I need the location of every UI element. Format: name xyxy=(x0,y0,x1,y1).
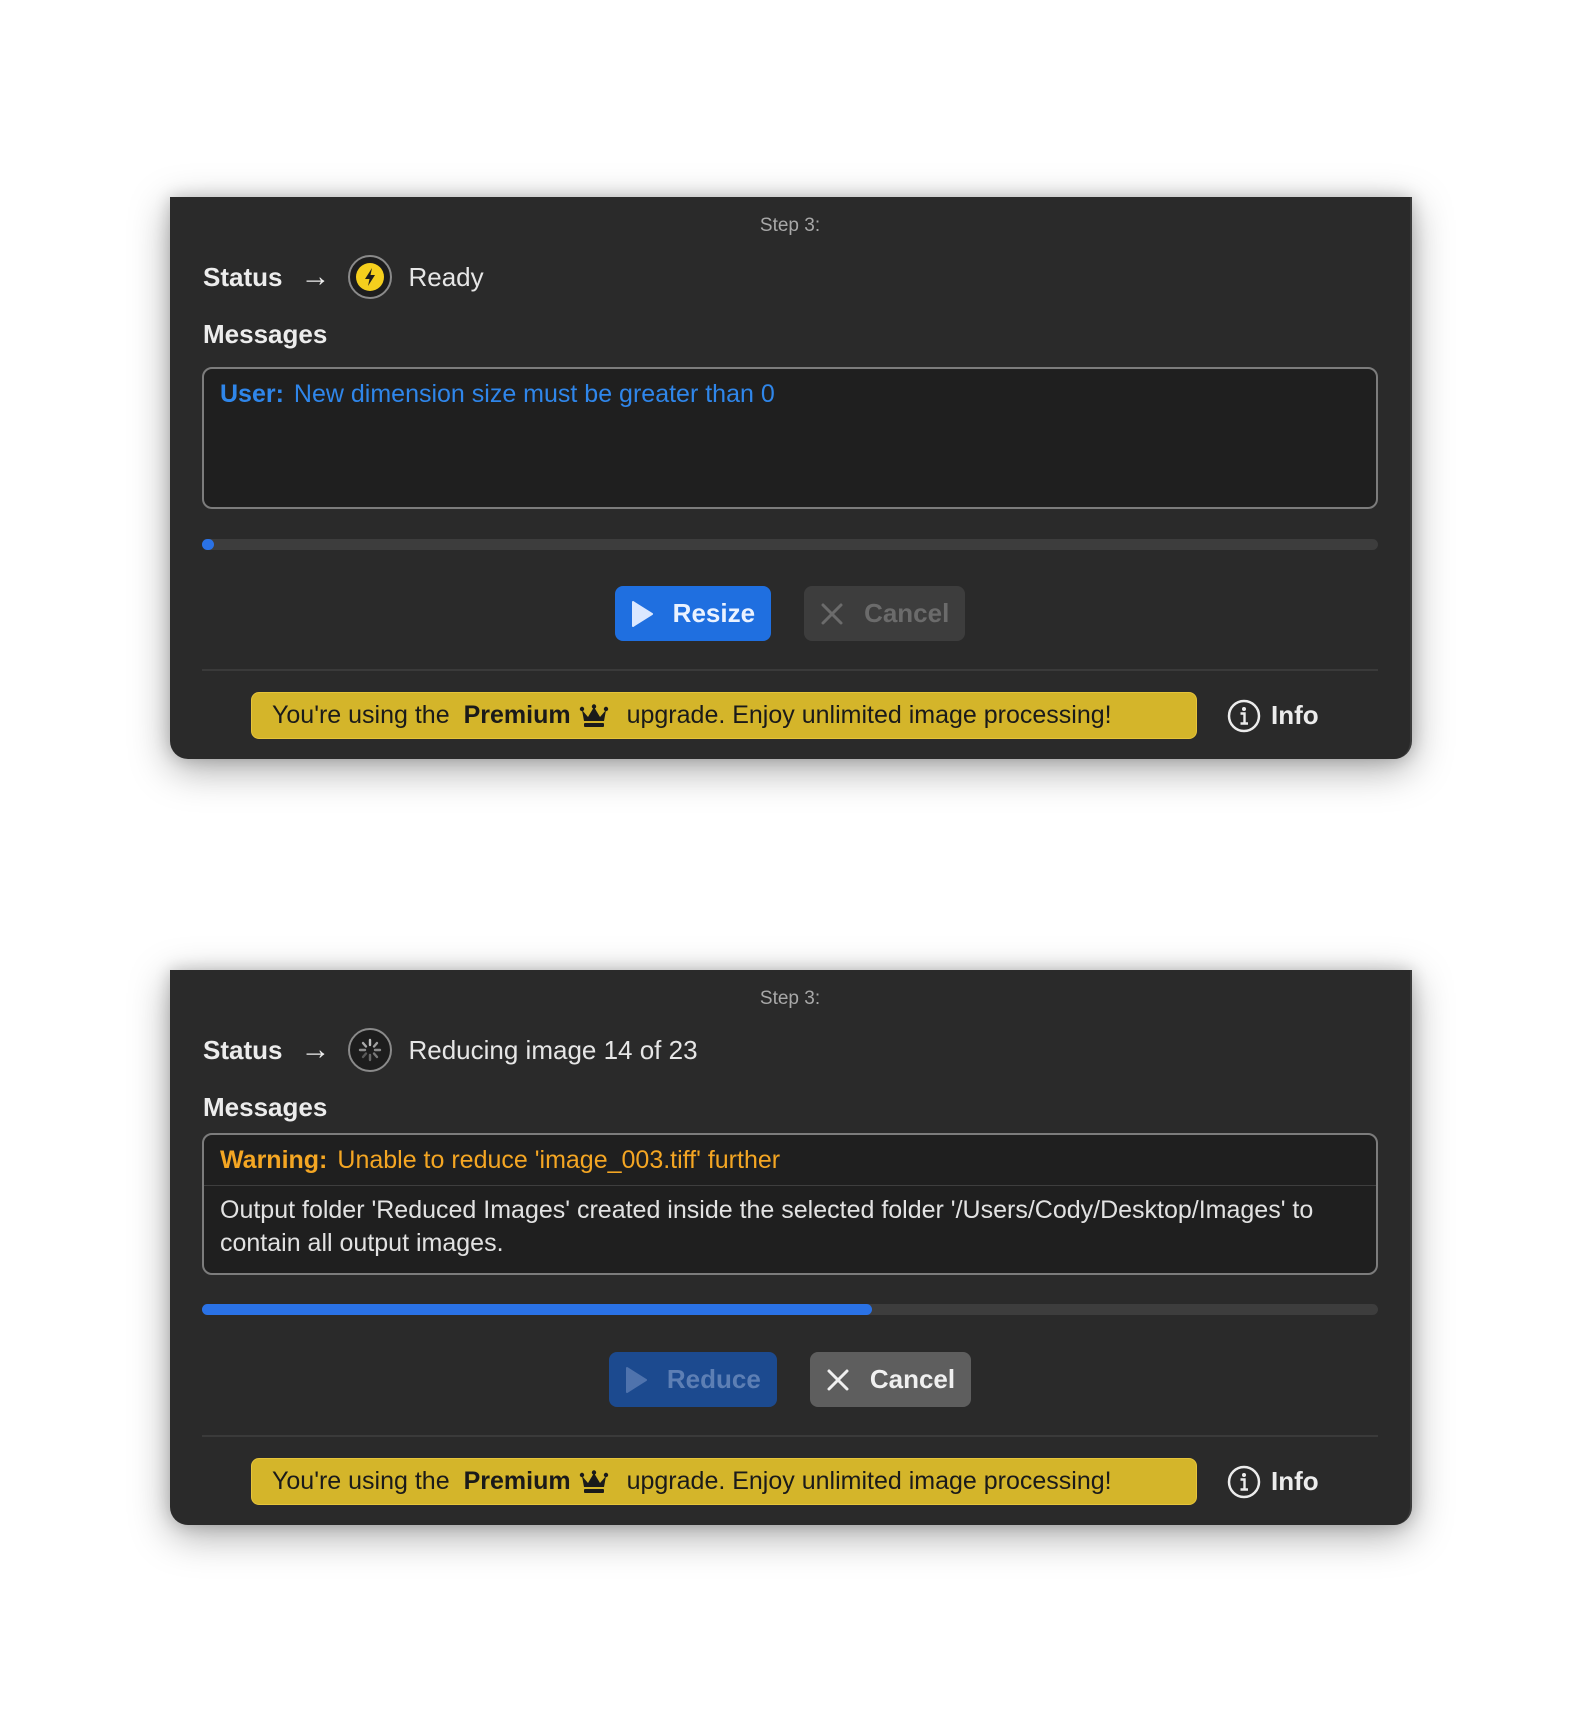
spinner-icon xyxy=(348,1028,393,1072)
cancel-button-label: Cancel xyxy=(864,598,950,628)
divider xyxy=(202,669,1378,671)
info-button-label: Info xyxy=(1271,700,1319,730)
status-row: Status → Reducing image 14 of 23 xyxy=(203,1025,698,1075)
close-icon xyxy=(820,602,844,626)
cancel-button[interactable]: Cancel xyxy=(804,586,966,641)
premium-banner: You're using the Premium upgrade. Enjoy … xyxy=(251,1458,1197,1505)
status-label: Status xyxy=(203,261,283,292)
step-label: Step 3: xyxy=(759,215,821,236)
message-tag: User: xyxy=(220,380,284,408)
divider xyxy=(202,1435,1378,1437)
action-buttons: Reduce Cancel xyxy=(170,1352,1410,1407)
arrow-right-icon: → xyxy=(300,1033,331,1066)
reduce-button[interactable]: Reduce xyxy=(608,1352,777,1407)
footer: You're using the Premium upgrade. Enjoy … xyxy=(251,692,1319,739)
premium-banner: You're using the Premium upgrade. Enjoy … xyxy=(251,692,1197,739)
status-text: Ready xyxy=(408,261,484,292)
close-icon xyxy=(826,1368,850,1392)
resize-button-label: Resize xyxy=(672,598,756,628)
cancel-button-label: Cancel xyxy=(869,1364,956,1394)
action-buttons: Resize Cancel xyxy=(170,586,1410,641)
banner-tier: Premium xyxy=(463,701,571,729)
info-button[interactable]: Info xyxy=(1227,1465,1319,1499)
banner-suffix: upgrade. Enjoy unlimited image processin… xyxy=(626,701,1112,729)
arrow-right-icon: → xyxy=(300,260,331,293)
cancel-button[interactable]: Cancel xyxy=(809,1352,972,1407)
status-row: Status → Ready xyxy=(203,252,484,302)
banner-suffix: upgrade. Enjoy unlimited image processin… xyxy=(626,1467,1112,1495)
play-icon xyxy=(625,1366,647,1393)
crown-icon xyxy=(579,703,609,728)
message-item-warning: Warning: Unable to reduce 'image_003.tiff… xyxy=(204,1135,1376,1186)
banner-tier: Premium xyxy=(463,1467,571,1495)
status-text: Reducing image 14 of 23 xyxy=(408,1034,698,1065)
info-button-label: Info xyxy=(1271,1466,1319,1496)
crown-icon xyxy=(579,1469,609,1494)
bolt-icon xyxy=(348,255,393,299)
info-circle-icon xyxy=(1227,1465,1261,1499)
messages-box: Warning: Unable to reduce 'image_003.tiff… xyxy=(202,1133,1378,1275)
message-text: New dimension size must be greater than … xyxy=(293,380,775,408)
reduce-panel: Step 3: Status → Reducing image 14 of 23… xyxy=(170,970,1412,1525)
message-text: Unable to reduce 'image_003.tiff' furthe… xyxy=(337,1146,781,1174)
resize-button[interactable]: Resize xyxy=(614,586,772,641)
status-label: Status xyxy=(203,1034,283,1065)
messages-label: Messages xyxy=(203,1092,328,1122)
info-button[interactable]: Info xyxy=(1227,699,1319,733)
resize-panel: Step 3: Status → Ready Messages User: New… xyxy=(170,197,1412,759)
messages-box: User: New dimension size must be greater … xyxy=(202,367,1378,509)
reduce-button-label: Reduce xyxy=(666,1364,761,1394)
banner-prefix: You're using the xyxy=(272,1467,450,1495)
message-item-info: Output folder 'Reduced Images' created i… xyxy=(204,1186,1376,1260)
message-item: User: New dimension size must be greater … xyxy=(204,369,1376,411)
info-circle-icon xyxy=(1227,699,1261,733)
progress-bar xyxy=(202,539,1378,550)
progress-bar xyxy=(202,1304,1378,1315)
step-label: Step 3: xyxy=(759,988,821,1009)
progress-fill xyxy=(202,1304,873,1315)
message-tag: Warning: xyxy=(220,1146,328,1174)
message-text: Output folder 'Reduced Images' created i… xyxy=(220,1196,1314,1257)
footer: You're using the Premium upgrade. Enjoy … xyxy=(251,1458,1319,1505)
play-icon xyxy=(631,600,653,627)
messages-label: Messages xyxy=(203,319,328,349)
progress-fill xyxy=(202,539,214,550)
banner-prefix: You're using the xyxy=(272,701,450,729)
